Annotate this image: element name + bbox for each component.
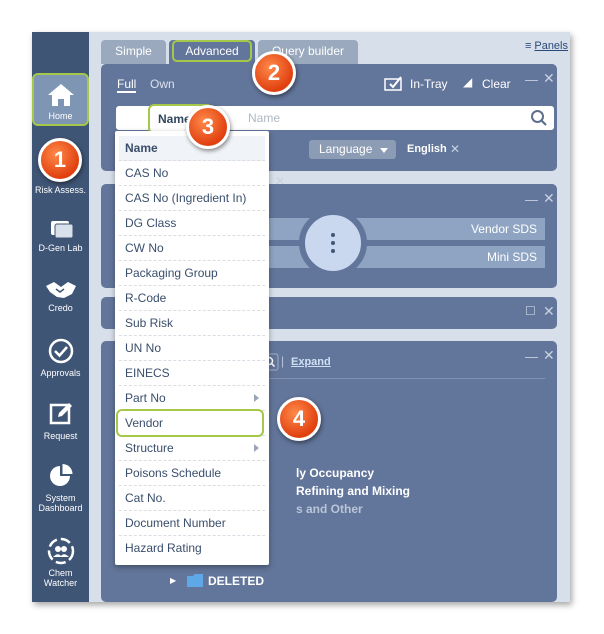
minimize-icon[interactable]: — xyxy=(525,72,538,87)
chem-watcher-icon xyxy=(47,537,74,565)
app-window: Home Risk Assess. D-Gen Lab Credo Approv… xyxy=(32,32,570,602)
sidebar-item-label: Approvals xyxy=(40,368,81,378)
maximize-icon[interactable]: ☐ xyxy=(525,304,536,318)
mini-sds-label: Mini SDS xyxy=(486,250,537,264)
callout-badge: 2 xyxy=(252,51,296,95)
tree-item-text[interactable]: s and Other xyxy=(296,502,363,516)
check-circle-icon xyxy=(48,338,73,364)
minimize-icon[interactable]: — xyxy=(525,192,538,207)
search-icon[interactable] xyxy=(530,109,548,127)
dropdown-option[interactable]: CAS No (Ingredient In) xyxy=(119,186,265,211)
close-icon[interactable]: ✕ xyxy=(543,347,555,364)
sidebar-item-label: Request xyxy=(43,431,78,441)
panels-label: Panels xyxy=(534,40,568,52)
chevron-down-icon xyxy=(380,148,388,153)
chevron-right-icon xyxy=(254,394,259,402)
pie-chart-icon xyxy=(49,464,72,486)
sidebar-item-credo[interactable]: Credo xyxy=(32,280,89,313)
expand-arrow-icon[interactable]: ▶ xyxy=(170,576,176,585)
sidebar-item-label: Credo xyxy=(48,303,73,313)
expand-link[interactable]: Expand xyxy=(291,356,331,368)
sidebar-item-dgen-lab[interactable]: D-Gen Lab xyxy=(32,218,89,253)
tab-label: Simple xyxy=(115,44,152,58)
sidebar: Home Risk Assess. D-Gen Lab Credo Approv… xyxy=(32,32,89,602)
language-label: Language xyxy=(319,142,373,156)
dropdown-option[interactable]: UN No xyxy=(119,336,265,361)
tab-advanced[interactable]: Advanced xyxy=(172,40,252,62)
dropdown-option[interactable]: Hazard Rating xyxy=(119,536,265,561)
callout-badge: 1 xyxy=(38,138,82,182)
sidebar-item-chem-watcher[interactable]: Chem Watcher xyxy=(32,536,89,588)
callout-badge: 3 xyxy=(186,105,230,149)
chevron-right-icon xyxy=(254,444,259,452)
search-input[interactable]: Name xyxy=(248,111,280,125)
filter-own[interactable]: Own xyxy=(150,77,175,91)
dgen-lab-icon xyxy=(50,221,73,239)
panels-menu-icon: ≡ xyxy=(524,40,532,52)
sidebar-item-approvals[interactable]: Approvals xyxy=(32,337,89,378)
in-tray-icon xyxy=(384,76,402,91)
vendor-sds-label: Vendor SDS xyxy=(470,222,537,236)
sidebar-item-label: D-Gen Lab xyxy=(38,243,83,253)
folder-icon xyxy=(187,574,203,587)
tab-label: Advanced xyxy=(185,44,239,58)
dropdown-option[interactable]: CW No xyxy=(119,236,265,261)
tree-item-text[interactable]: ly Occupancy xyxy=(296,466,374,480)
sidebar-item-risk-assess[interactable]: Risk Assess. xyxy=(32,182,89,195)
sidebar-item-label: Home xyxy=(48,111,73,121)
dropdown-option[interactable]: Packaging Group xyxy=(119,261,265,286)
edit-icon xyxy=(49,403,72,425)
home-icon xyxy=(47,84,74,106)
tree-item-text[interactable]: Refining and Mixing xyxy=(296,484,410,498)
remove-language-icon[interactable]: ✕ xyxy=(450,142,460,156)
language-value: English xyxy=(407,143,447,155)
dropdown-option[interactable]: Document Number xyxy=(119,511,265,536)
filter-full[interactable]: Full xyxy=(117,77,137,93)
handshake-icon xyxy=(45,282,76,298)
tab-simple[interactable]: Simple xyxy=(101,40,166,64)
circle-menu-button[interactable] xyxy=(299,209,367,277)
close-icon[interactable]: ✕ xyxy=(543,70,555,87)
in-tray-button[interactable]: In-Tray xyxy=(410,77,448,91)
dropdown-option[interactable]: Sub Risk xyxy=(119,311,265,336)
tree-item-deleted[interactable]: DELETED xyxy=(208,574,264,588)
divider: | xyxy=(281,354,285,368)
dropdown-option[interactable]: Cat No. xyxy=(119,486,265,511)
sidebar-item-home[interactable]: Home xyxy=(32,73,89,126)
close-icon[interactable]: ✕ xyxy=(543,190,555,207)
close-icon[interactable]: ✕ xyxy=(543,303,555,320)
sidebar-item-label: Chem Watcher xyxy=(43,568,78,588)
dropdown-option[interactable]: EINECS xyxy=(119,361,265,386)
panels-link[interactable]: ≡ Panels xyxy=(525,40,568,52)
callout-badge: 4 xyxy=(277,397,321,441)
language-select[interactable]: Language xyxy=(309,140,396,159)
dropdown-option[interactable]: DG Class xyxy=(119,211,265,236)
more-vertical-icon xyxy=(331,233,335,253)
sidebar-item-label: System Dashboard xyxy=(38,493,83,513)
dropdown-option-submenu[interactable]: Part No xyxy=(119,386,265,411)
dropdown-option[interactable]: R-Code xyxy=(119,286,265,311)
dropdown-option-submenu[interactable]: Structure xyxy=(119,436,265,461)
dropdown-option-label: Part No xyxy=(125,391,166,405)
sidebar-item-request[interactable]: Request xyxy=(32,400,89,441)
vendor-highlight-outline xyxy=(116,409,264,437)
eraser-icon: ◢ xyxy=(463,75,473,89)
sidebar-item-label: Risk Assess. xyxy=(34,185,86,195)
dropdown-option[interactable]: CAS No xyxy=(119,161,265,186)
clear-button[interactable]: Clear xyxy=(482,77,511,91)
dropdown-option[interactable]: Poisons Schedule xyxy=(119,461,265,486)
minimize-icon[interactable]: — xyxy=(525,349,538,364)
field-dropdown: Name CAS No CAS No (Ingredient In) DG Cl… xyxy=(115,131,269,565)
sidebar-item-system-dashboard[interactable]: System Dashboard xyxy=(32,462,89,513)
dropdown-option-label: Structure xyxy=(125,441,174,455)
